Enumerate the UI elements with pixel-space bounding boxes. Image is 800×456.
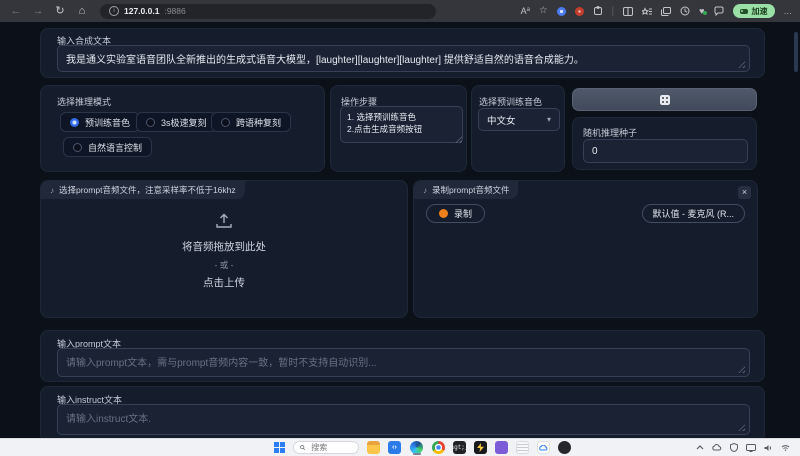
url-port: :9886 bbox=[164, 6, 185, 16]
dice-icon bbox=[659, 94, 671, 106]
mode-option-pretrained[interactable]: 预训练音色 bbox=[60, 112, 140, 132]
vscode-icon[interactable]: ‹› bbox=[388, 441, 401, 454]
purple-app-icon[interactable] bbox=[495, 441, 508, 454]
favorite-star-icon[interactable]: ☆ bbox=[539, 0, 548, 22]
webapp-page: 输入合成文本 我是通义实验室语音团队全新推出的生成式语音大模型，[laughte… bbox=[0, 22, 800, 438]
record-audio-panel: ♪ 录制prompt音频文件 × 录制 默认值 - 麦克风 (R... bbox=[413, 180, 758, 318]
instruct-text-input[interactable] bbox=[57, 404, 750, 435]
dark-circle-app-icon[interactable] bbox=[558, 441, 571, 454]
copilot-chat-icon[interactable] bbox=[714, 6, 724, 16]
address-bar[interactable]: i 127.0.0.1 :9886 bbox=[100, 4, 436, 19]
browser-essentials-icon[interactable]: ♥ bbox=[699, 6, 704, 16]
windows-logo-icon bbox=[274, 442, 285, 453]
voice-select-label: 选择预训练音色 bbox=[479, 95, 542, 108]
browser-toolbar: ← → ↻ ⌂ i 127.0.0.1 :9886 Aa ☆ | ♥ bbox=[0, 0, 800, 22]
search-icon bbox=[300, 444, 305, 451]
microphone-device-select[interactable]: 默认值 - 麦克风 (R... bbox=[642, 204, 746, 223]
chevron-down-icon: ▾ bbox=[547, 115, 551, 124]
seed-panel: 随机推理种子 bbox=[572, 117, 757, 170]
windows-taskbar: ‹› &gt;_ bbox=[0, 438, 800, 456]
tray-cloud-icon[interactable] bbox=[712, 444, 722, 451]
back-icon[interactable]: ← bbox=[8, 0, 24, 22]
extensions-puzzle-icon[interactable] bbox=[593, 6, 603, 16]
history-icon[interactable] bbox=[680, 6, 690, 16]
mode-option-3s-clone[interactable]: 3s极速复刻 bbox=[136, 112, 217, 132]
extension-red-icon[interactable] bbox=[575, 7, 584, 16]
read-aloud-icon[interactable]: Aa bbox=[521, 6, 530, 16]
radio-dot bbox=[70, 118, 79, 127]
home-icon[interactable]: ⌂ bbox=[74, 0, 90, 22]
split-screen-icon[interactable] bbox=[623, 7, 633, 16]
drop-here-text: 将音频拖放到此处 bbox=[182, 239, 266, 254]
radio-dot bbox=[221, 118, 230, 127]
cloud-glyph bbox=[539, 445, 548, 451]
record-button[interactable]: 录制 bbox=[426, 204, 485, 223]
taskbar-center: ‹› &gt;_ bbox=[274, 439, 571, 456]
voice-dropdown-value: 中文女 bbox=[487, 113, 516, 127]
bolt-glyph bbox=[477, 443, 484, 452]
refresh-icon[interactable]: ↻ bbox=[52, 0, 68, 22]
search-input[interactable] bbox=[309, 442, 352, 453]
more-options-icon[interactable]: … bbox=[784, 0, 793, 22]
extension-blue-icon[interactable] bbox=[557, 7, 566, 16]
upload-audio-panel[interactable]: ♪ 选择prompt音频文件，注意采样率不低于16khz 将音频拖放到此处 - … bbox=[40, 180, 408, 318]
synth-text-block: 输入合成文本 我是通义实验室语音团队全新推出的生成式语音大模型，[laughte… bbox=[40, 28, 765, 78]
close-icon[interactable]: × bbox=[738, 186, 751, 199]
page-scrollbar[interactable] bbox=[794, 32, 798, 72]
prompt-text-block: 输入prompt文本 bbox=[40, 330, 765, 382]
prompt-text-input[interactable] bbox=[57, 348, 750, 377]
tray-chevron-up-icon[interactable] bbox=[696, 445, 704, 450]
click-to-upload-text[interactable]: 点击上传 bbox=[203, 275, 245, 290]
record-audio-header: ♪ 录制prompt音频文件 bbox=[414, 181, 518, 199]
seed-label: 随机推理种子 bbox=[583, 126, 637, 139]
voice-select-panel: 选择预训练音色 中文女 ▾ bbox=[471, 85, 565, 172]
synth-text-input[interactable]: 我是通义实验室语音团队全新推出的生成式语音大模型，[laughter][laug… bbox=[57, 45, 750, 72]
random-seed-button[interactable] bbox=[572, 88, 757, 111]
mode-option-natural-language[interactable]: 自然语言控制 bbox=[63, 137, 152, 157]
inference-mode-label: 选择推理模式 bbox=[57, 95, 111, 108]
lightning-app-icon[interactable] bbox=[474, 441, 487, 454]
mode-option-crosslingual[interactable]: 跨语种复刻 bbox=[211, 112, 291, 132]
collections-icon[interactable] bbox=[661, 7, 671, 16]
forward-icon[interactable]: → bbox=[30, 0, 46, 22]
notes-app-icon[interactable] bbox=[516, 441, 529, 454]
tray-shield-icon[interactable] bbox=[730, 443, 738, 452]
record-dot-icon bbox=[439, 209, 448, 218]
start-button[interactable] bbox=[274, 442, 285, 453]
inference-mode-panel: 选择推理模式 预训练音色 3s极速复刻 跨语种复刻 自然语言控制 bbox=[40, 85, 325, 172]
or-text: - 或 - bbox=[215, 259, 234, 271]
toolbar-divider: | bbox=[612, 6, 615, 17]
essentials-status-dot bbox=[703, 11, 707, 15]
steps-text[interactable]: 1. 选择预训练音色 2.点击生成音频按钮 bbox=[340, 106, 463, 143]
upload-icon bbox=[215, 213, 233, 229]
favorites-bar-icon[interactable] bbox=[642, 7, 652, 16]
radio-dot bbox=[73, 143, 82, 152]
tray-speaker-icon[interactable] bbox=[764, 444, 773, 452]
system-tray bbox=[696, 439, 790, 456]
upload-audio-header: ♪ 选择prompt音频文件，注意采样率不低于16khz bbox=[41, 181, 245, 199]
site-info-icon[interactable]: i bbox=[109, 6, 119, 16]
accelerator-extension-pill[interactable]: 加速 bbox=[733, 4, 775, 18]
tray-network-icon[interactable] bbox=[781, 444, 790, 451]
radio-dot bbox=[146, 118, 155, 127]
file-explorer-icon[interactable] bbox=[367, 441, 380, 454]
music-note-icon: ♪ bbox=[423, 186, 427, 195]
seed-input[interactable] bbox=[583, 139, 748, 163]
instruct-text-block: 输入instruct文本 bbox=[40, 386, 765, 438]
url-host: 127.0.0.1 bbox=[124, 6, 159, 16]
music-note-icon: ♪ bbox=[50, 186, 54, 195]
taskbar-search[interactable] bbox=[293, 441, 359, 454]
cloud-app-icon[interactable] bbox=[537, 441, 550, 454]
chrome-icon[interactable] bbox=[432, 441, 445, 454]
tray-display-icon[interactable] bbox=[746, 444, 756, 452]
steps-panel: 操作步骤 1. 选择预训练音色 2.点击生成音频按钮 bbox=[330, 85, 467, 172]
active-app-indicator bbox=[413, 453, 421, 455]
terminal-icon[interactable]: &gt;_ bbox=[453, 441, 466, 454]
toolbar-right: Aa ☆ | ♥ 加速 … bbox=[521, 0, 792, 22]
voice-dropdown[interactable]: 中文女 ▾ bbox=[478, 108, 560, 131]
edge-app[interactable] bbox=[409, 439, 424, 456]
gamepad-icon bbox=[740, 9, 748, 14]
upload-dropzone[interactable]: 将音频拖放到此处 - 或 - 点击上传 bbox=[41, 205, 407, 311]
